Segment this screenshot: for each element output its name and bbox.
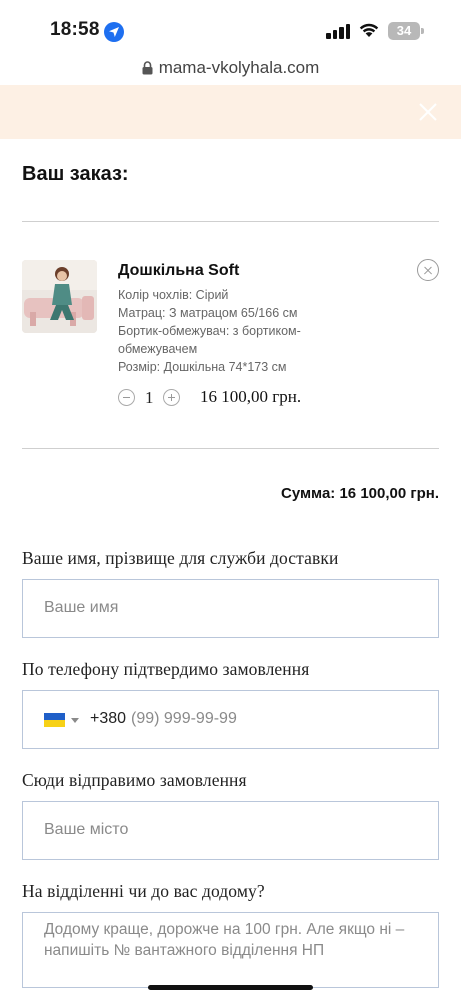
location-arrow-icon bbox=[104, 22, 124, 42]
battery-icon: 34 bbox=[388, 22, 420, 40]
status-time: 18:58 bbox=[50, 19, 100, 40]
wifi-icon bbox=[359, 23, 379, 37]
cellular-signal-icon bbox=[326, 23, 352, 39]
city-input[interactable] bbox=[44, 821, 414, 839]
divider bbox=[22, 221, 439, 222]
decrease-quantity-button[interactable] bbox=[118, 389, 135, 406]
status-bar: 18:58 34 bbox=[0, 0, 461, 58]
delivery-textarea[interactable] bbox=[44, 919, 424, 985]
delivery-field-label: На відділенні чи до вас додому? bbox=[22, 881, 265, 901]
city-field-label: Сюди відправимо замовлення bbox=[22, 770, 247, 790]
home-indicator bbox=[148, 985, 313, 990]
phone-field[interactable]: +380 bbox=[22, 690, 439, 749]
order-total: Сумма: 16 100,00 грн. bbox=[280, 485, 439, 502]
top-banner bbox=[0, 85, 461, 139]
item-price: 16 100,00 грн. bbox=[200, 387, 302, 406]
address-bar[interactable]: mama-vkolyhala.com bbox=[0, 58, 461, 84]
city-field[interactable] bbox=[22, 801, 439, 860]
product-attribute: Розмір: Дошкільна 74*173 см bbox=[118, 360, 287, 374]
product-attribute: Бортик-обмежувач: з бортиком- bbox=[118, 324, 301, 338]
product-attribute: обмежувачем bbox=[118, 342, 198, 356]
name-field-label: Ваше имя, прізвище для служби доставки bbox=[22, 548, 339, 568]
increase-quantity-button[interactable] bbox=[163, 389, 180, 406]
chevron-down-icon[interactable] bbox=[71, 718, 79, 723]
quantity-value: 1 bbox=[145, 388, 154, 407]
ukraine-flag-icon[interactable] bbox=[44, 713, 65, 727]
close-icon[interactable] bbox=[417, 101, 439, 123]
order-title: Ваш заказ: bbox=[22, 163, 129, 185]
name-input[interactable] bbox=[44, 599, 414, 617]
remove-item-button[interactable] bbox=[417, 259, 439, 281]
product-attribute: Матрац: З матрацом 65/166 см bbox=[118, 306, 298, 320]
name-field[interactable] bbox=[22, 579, 439, 638]
divider bbox=[22, 448, 439, 449]
product-attribute: Колір чохлів: Сірий bbox=[118, 288, 229, 302]
delivery-field[interactable] bbox=[22, 912, 439, 988]
lock-icon bbox=[142, 61, 153, 75]
phone-input[interactable] bbox=[131, 710, 391, 728]
url-text: mama-vkolyhala.com bbox=[158, 58, 320, 77]
product-name[interactable]: Дошкільна Soft bbox=[118, 262, 239, 280]
battery-tip bbox=[421, 28, 424, 34]
product-image[interactable] bbox=[22, 260, 97, 333]
phone-country-code: +380 bbox=[90, 710, 127, 727]
phone-field-label: По телефону підтвердимо замовлення bbox=[22, 659, 310, 679]
